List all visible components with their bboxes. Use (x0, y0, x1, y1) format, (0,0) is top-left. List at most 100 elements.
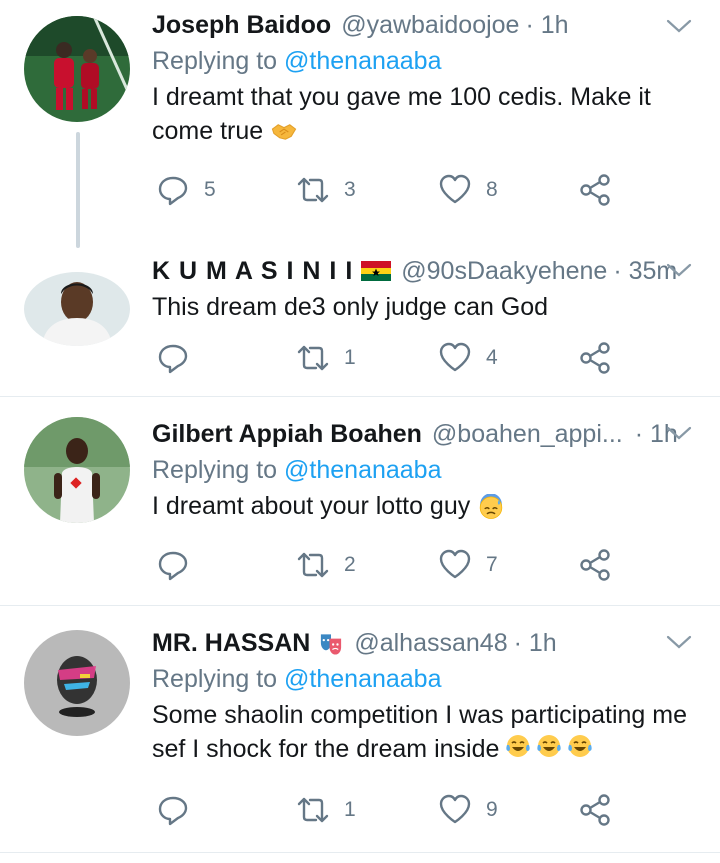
retweet-button[interactable]: 3 (296, 170, 356, 210)
tweet-actions: 1 9 (152, 790, 632, 830)
share-icon (580, 549, 610, 581)
avatar-photo-man (24, 272, 130, 346)
avatar-illustration (24, 630, 130, 736)
reply-count: 5 (204, 178, 216, 201)
avatar-photo-man-outdoors (24, 417, 130, 523)
heart-icon (439, 549, 471, 579)
chevron-down-icon[interactable] (666, 262, 692, 278)
tweet-text: This dream de3 only judge can God (152, 290, 700, 324)
replying-to-label: Replying to (152, 456, 278, 484)
retweet-button[interactable]: 1 (296, 338, 356, 378)
laughing-tears-emoji (505, 733, 595, 768)
tweet-actions: 2 7 (152, 545, 632, 585)
tweet-text: I dreamt that you gave me 100 cedis. Mak… (152, 80, 700, 148)
retweet-count: 1 (344, 798, 356, 821)
tweet-text-line: Some shaolin competition I was participa… (152, 701, 687, 729)
reply-button[interactable]: 5 (156, 170, 216, 210)
user-handle[interactable]: @boahen_appi... (432, 417, 623, 451)
heart-icon (439, 794, 471, 824)
replying-to-label: Replying to (152, 47, 278, 75)
share-button[interactable] (578, 338, 612, 378)
tweet-mr-hassan[interactable]: MR. HASSAN @alhassan48 · 1h Replying to … (0, 606, 720, 863)
reply-icon (158, 796, 188, 826)
tweet-header: K U M A S I N I I @90sDaakyehene · 35m (152, 254, 700, 288)
handshake-emoji (271, 124, 297, 141)
like-count: 7 (486, 553, 498, 576)
like-button[interactable]: 4 (438, 338, 498, 378)
reply-icon (158, 551, 188, 581)
retweet-button[interactable]: 2 (296, 545, 356, 585)
reply-button[interactable] (156, 790, 190, 830)
performing-arts-emoji (321, 634, 342, 655)
like-count: 9 (486, 798, 498, 821)
replying-to: Replying to @thenanaaba (152, 453, 700, 487)
share-icon (580, 794, 610, 826)
mention-link[interactable]: @thenanaaba (284, 665, 441, 693)
display-name[interactable]: K U M A S I N I I (152, 254, 353, 288)
display-name[interactable]: Joseph Baidoo (152, 8, 331, 42)
retweet-count: 3 (344, 178, 356, 201)
like-button[interactable]: 8 (438, 170, 498, 210)
mention-link[interactable]: @thenanaaba (284, 47, 441, 75)
tweet-text-line: This dream de3 only judge can God (152, 293, 549, 321)
tweet-header: MR. HASSAN @alhassan48 · 1h (152, 626, 700, 660)
retweet-icon (297, 797, 329, 823)
tweet-text-line: I dreamt about your lotto guy (152, 492, 471, 520)
retweet-icon (297, 177, 329, 203)
avatar[interactable] (24, 630, 130, 736)
retweet-count: 2 (344, 553, 356, 576)
display-name[interactable]: MR. HASSAN (152, 626, 310, 660)
timestamp[interactable]: · 1h (525, 8, 568, 42)
tweet-text-line: come true (152, 117, 264, 145)
retweet-icon (297, 552, 329, 578)
retweet-icon (297, 345, 329, 371)
reply-button[interactable] (156, 545, 190, 585)
reply-icon (158, 344, 188, 374)
tweet-text-line: I dreamt that you gave me 100 cedis. Mak… (152, 83, 651, 111)
timestamp[interactable]: · 1h (514, 626, 557, 660)
user-handle[interactable]: @alhassan48 (354, 626, 507, 660)
share-button[interactable] (578, 790, 612, 830)
chevron-down-icon[interactable] (666, 18, 692, 34)
replying-to-label: Replying to (152, 665, 278, 693)
tweet-actions: 1 4 (152, 338, 632, 378)
retweet-count: 1 (344, 346, 356, 369)
avatar[interactable] (24, 16, 130, 122)
like-count: 8 (486, 178, 498, 201)
display-name[interactable]: Gilbert Appiah Boahen (152, 417, 422, 451)
chevron-down-icon[interactable] (666, 634, 692, 650)
tweet-text: I dreamt about your lotto guy (152, 489, 700, 523)
tweet-text-line: sef I shock for the dream inside (152, 735, 500, 763)
thread-line (76, 132, 80, 248)
share-icon (580, 342, 610, 374)
tweet-gilbert-appiah-boahen[interactable]: Gilbert Appiah Boahen @boahen_appi... · … (0, 397, 720, 605)
share-icon (580, 174, 610, 206)
tweet-text: Some shaolin competition I was participa… (152, 698, 700, 768)
user-handle[interactable]: @yawbaidoojoe (341, 8, 519, 42)
tweet-divider (0, 852, 720, 853)
retweet-button[interactable]: 1 (296, 790, 356, 830)
ghana-flag-emoji (361, 261, 392, 281)
chevron-down-icon[interactable] (666, 425, 692, 441)
avatar[interactable] (24, 417, 130, 523)
tweet-actions: 5 3 8 (152, 170, 632, 210)
like-count: 4 (486, 346, 498, 369)
tweet-kumasinii[interactable]: K U M A S I N I I @90sDaakyehene · 35m T… (0, 250, 720, 396)
user-handle[interactable]: @90sDaakyehene (401, 254, 607, 288)
replying-to: Replying to @thenanaaba (152, 44, 700, 78)
mention-link[interactable]: @thenanaaba (284, 456, 441, 484)
share-button[interactable] (578, 170, 612, 210)
reply-icon (158, 176, 188, 206)
tweet-header: Joseph Baidoo @yawbaidoojoe · 1h (152, 8, 700, 42)
reply-button[interactable] (156, 338, 190, 378)
tweet-joseph-baidoo[interactable]: Joseph Baidoo @yawbaidoojoe · 1h Replyin… (0, 0, 720, 250)
like-button[interactable]: 9 (438, 790, 498, 830)
tweet-header: Gilbert Appiah Boahen @boahen_appi... · … (152, 417, 700, 451)
replying-to: Replying to @thenanaaba (152, 662, 700, 696)
sweat-face-emoji (480, 494, 503, 520)
avatar[interactable] (24, 272, 130, 346)
heart-icon (439, 342, 471, 372)
like-button[interactable]: 7 (438, 545, 498, 585)
heart-icon (439, 174, 471, 204)
share-button[interactable] (578, 545, 612, 585)
